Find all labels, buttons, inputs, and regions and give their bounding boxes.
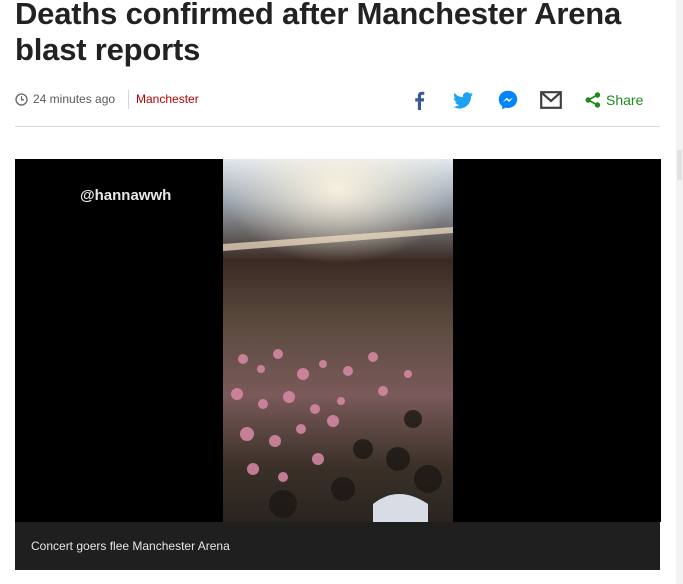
page-scrollbar[interactable]: [676, 0, 683, 584]
article-meta-bar: 24 minutes ago Manchester Share: [15, 86, 660, 114]
video-player[interactable]: @hannawwh: [15, 159, 661, 522]
share-button[interactable]: Share: [585, 86, 647, 114]
article-headline: Deaths confirmed after Manchester Arena …: [15, 0, 622, 67]
video-caption: Concert goers flee Manchester Arena: [31, 539, 230, 553]
clock-icon: [15, 93, 28, 106]
video-still-image: [223, 159, 453, 522]
video-caption-bar: Concert goers flee Manchester Arena: [15, 522, 660, 570]
section-link[interactable]: Manchester: [136, 92, 199, 106]
article-timestamp: 24 minutes ago: [33, 92, 116, 106]
email-share-button[interactable]: [539, 86, 563, 114]
twitter-share-button[interactable]: [451, 86, 475, 114]
messenger-share-button[interactable]: [497, 86, 519, 114]
messenger-icon: [498, 90, 518, 110]
facebook-icon: [415, 91, 425, 110]
meta-separator: [128, 90, 129, 109]
facebook-share-button[interactable]: [409, 86, 429, 114]
share-label: Share: [606, 92, 644, 108]
email-icon: [540, 91, 562, 109]
share-icon: [585, 92, 601, 108]
scrollbar-thumb[interactable]: [677, 150, 682, 180]
twitter-icon: [453, 91, 473, 108]
video-watermark: @hannawwh: [80, 187, 172, 204]
meta-divider: [15, 126, 660, 127]
